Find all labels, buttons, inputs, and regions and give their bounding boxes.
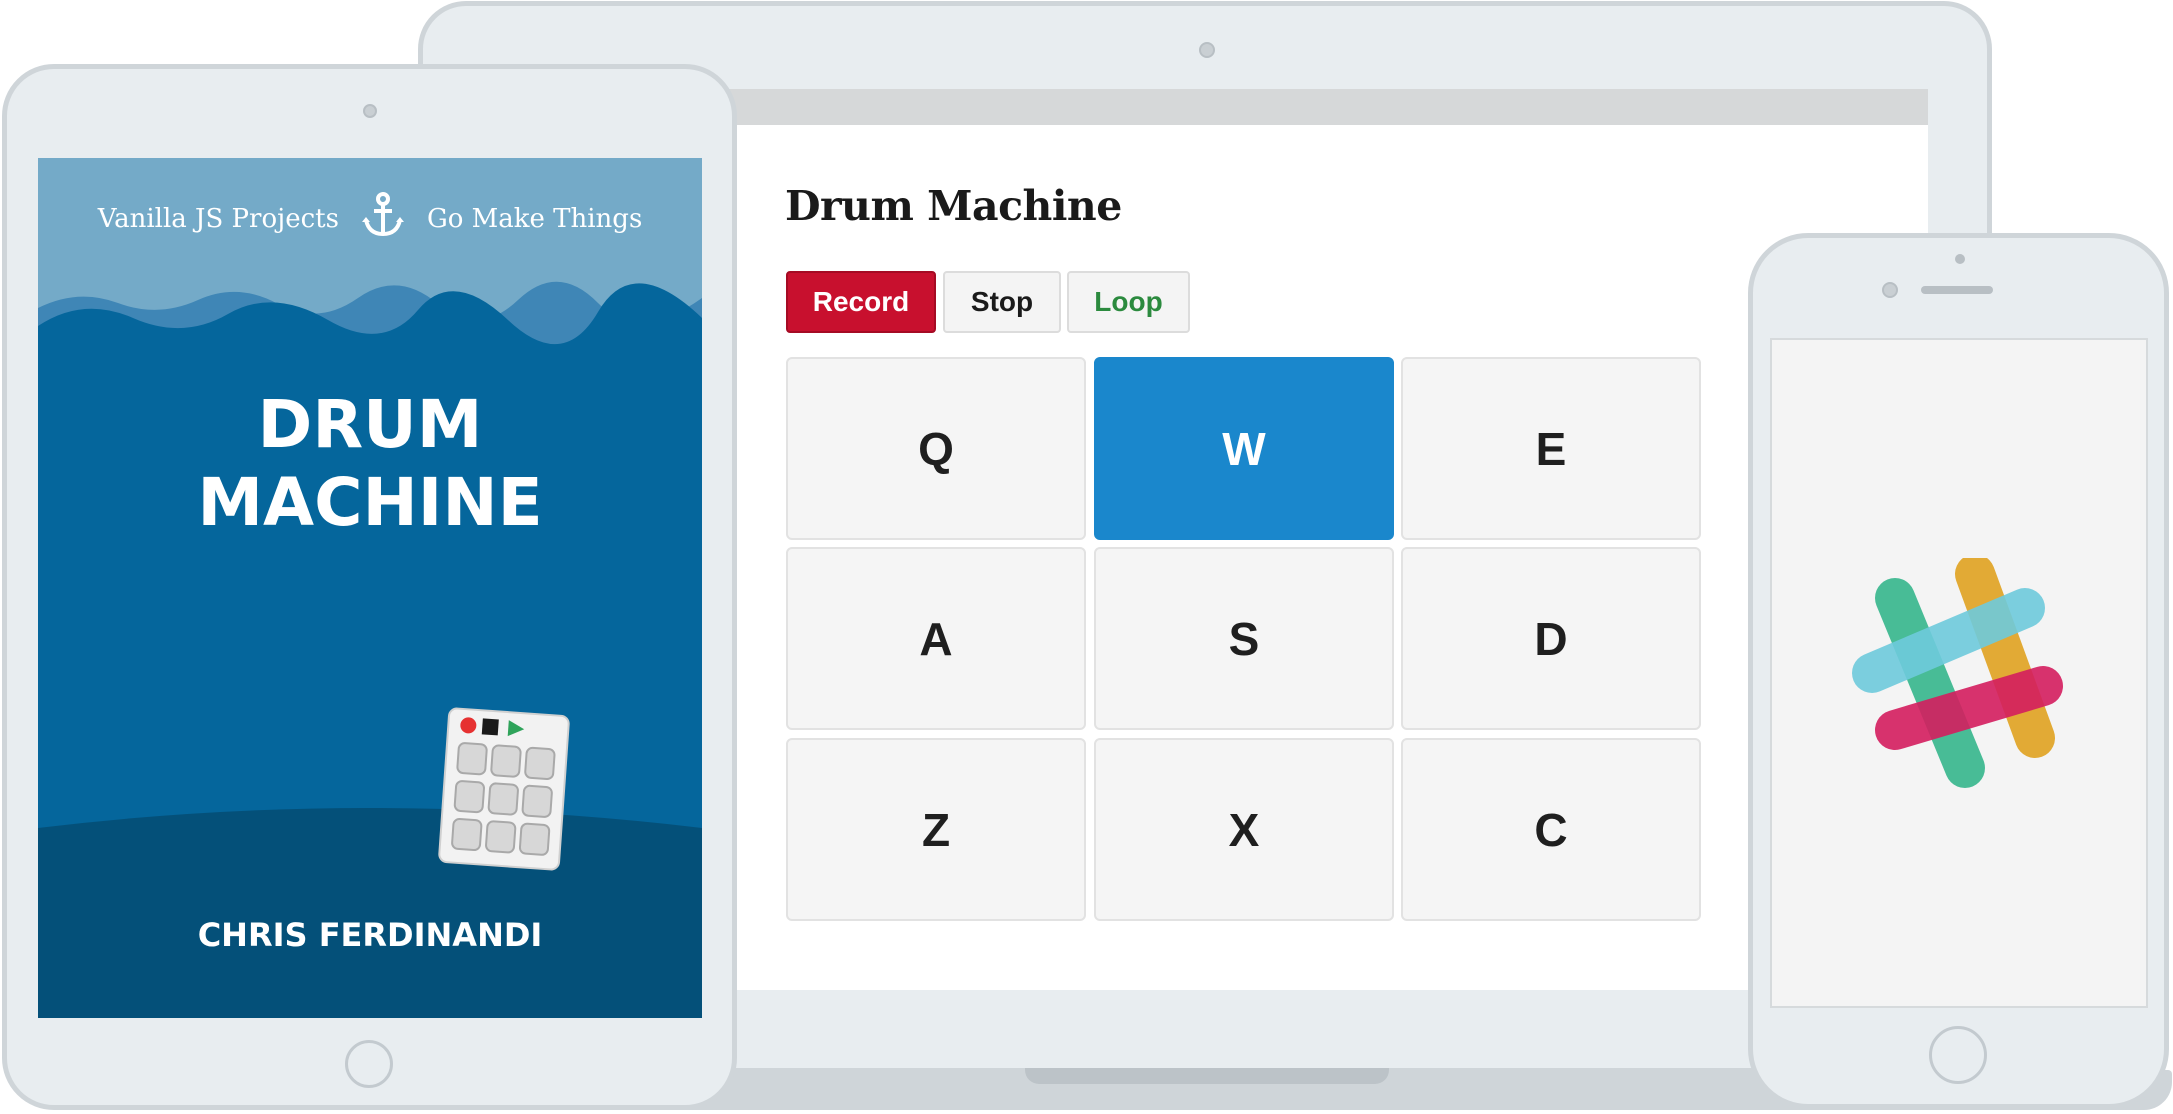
cover-publisher: Go Make Things xyxy=(426,203,643,234)
cover-author: CHRIS FERDINANDI xyxy=(197,916,543,954)
tablet-camera xyxy=(363,104,377,118)
drum-pad-e[interactable]: E xyxy=(1401,357,1701,540)
drum-pad-q[interactable]: Q xyxy=(786,357,1086,540)
stop-button[interactable]: Stop xyxy=(943,271,1061,333)
drum-pad-c[interactable]: C xyxy=(1401,738,1701,921)
page-title: Drum Machine xyxy=(785,182,1122,230)
drum-pad-a[interactable]: A xyxy=(786,547,1086,730)
phone-speaker xyxy=(1921,286,1993,294)
laptop-camera xyxy=(1199,42,1215,58)
tablet-home-button xyxy=(345,1040,393,1088)
cover-series: Vanilla JS Projects xyxy=(97,203,339,234)
anchor-icon xyxy=(361,192,405,245)
phone-front-camera xyxy=(1882,282,1898,298)
record-button[interactable]: Record xyxy=(786,271,936,333)
drum-pad-x[interactable]: X xyxy=(1094,738,1394,921)
book-cover: Vanilla JS Projects Go Make Things DRUM … xyxy=(38,158,702,1018)
loop-button[interactable]: Loop xyxy=(1067,271,1190,333)
drum-pad-s[interactable]: S xyxy=(1094,547,1394,730)
drum-pad-z[interactable]: Z xyxy=(786,738,1086,921)
slack-logo-icon xyxy=(1852,558,2063,788)
cover-title-line-2: MACHINE xyxy=(197,464,543,541)
phone-home-button xyxy=(1929,1026,1987,1084)
browser-toolbar xyxy=(718,89,1928,125)
cover-header: Vanilla JS Projects Go Make Things xyxy=(38,192,702,245)
drum-pad-w[interactable]: W xyxy=(1094,357,1394,540)
cover-title-line-1: DRUM xyxy=(257,386,483,463)
laptop-hinge xyxy=(1025,1068,1389,1084)
cover-waves xyxy=(38,281,702,368)
drum-pad-d[interactable]: D xyxy=(1401,547,1701,730)
drum-machine-illustration xyxy=(438,707,570,871)
phone-sensor xyxy=(1955,254,1965,264)
cover-hill xyxy=(38,808,702,1018)
cover-title: DRUM MACHINE xyxy=(38,386,702,542)
